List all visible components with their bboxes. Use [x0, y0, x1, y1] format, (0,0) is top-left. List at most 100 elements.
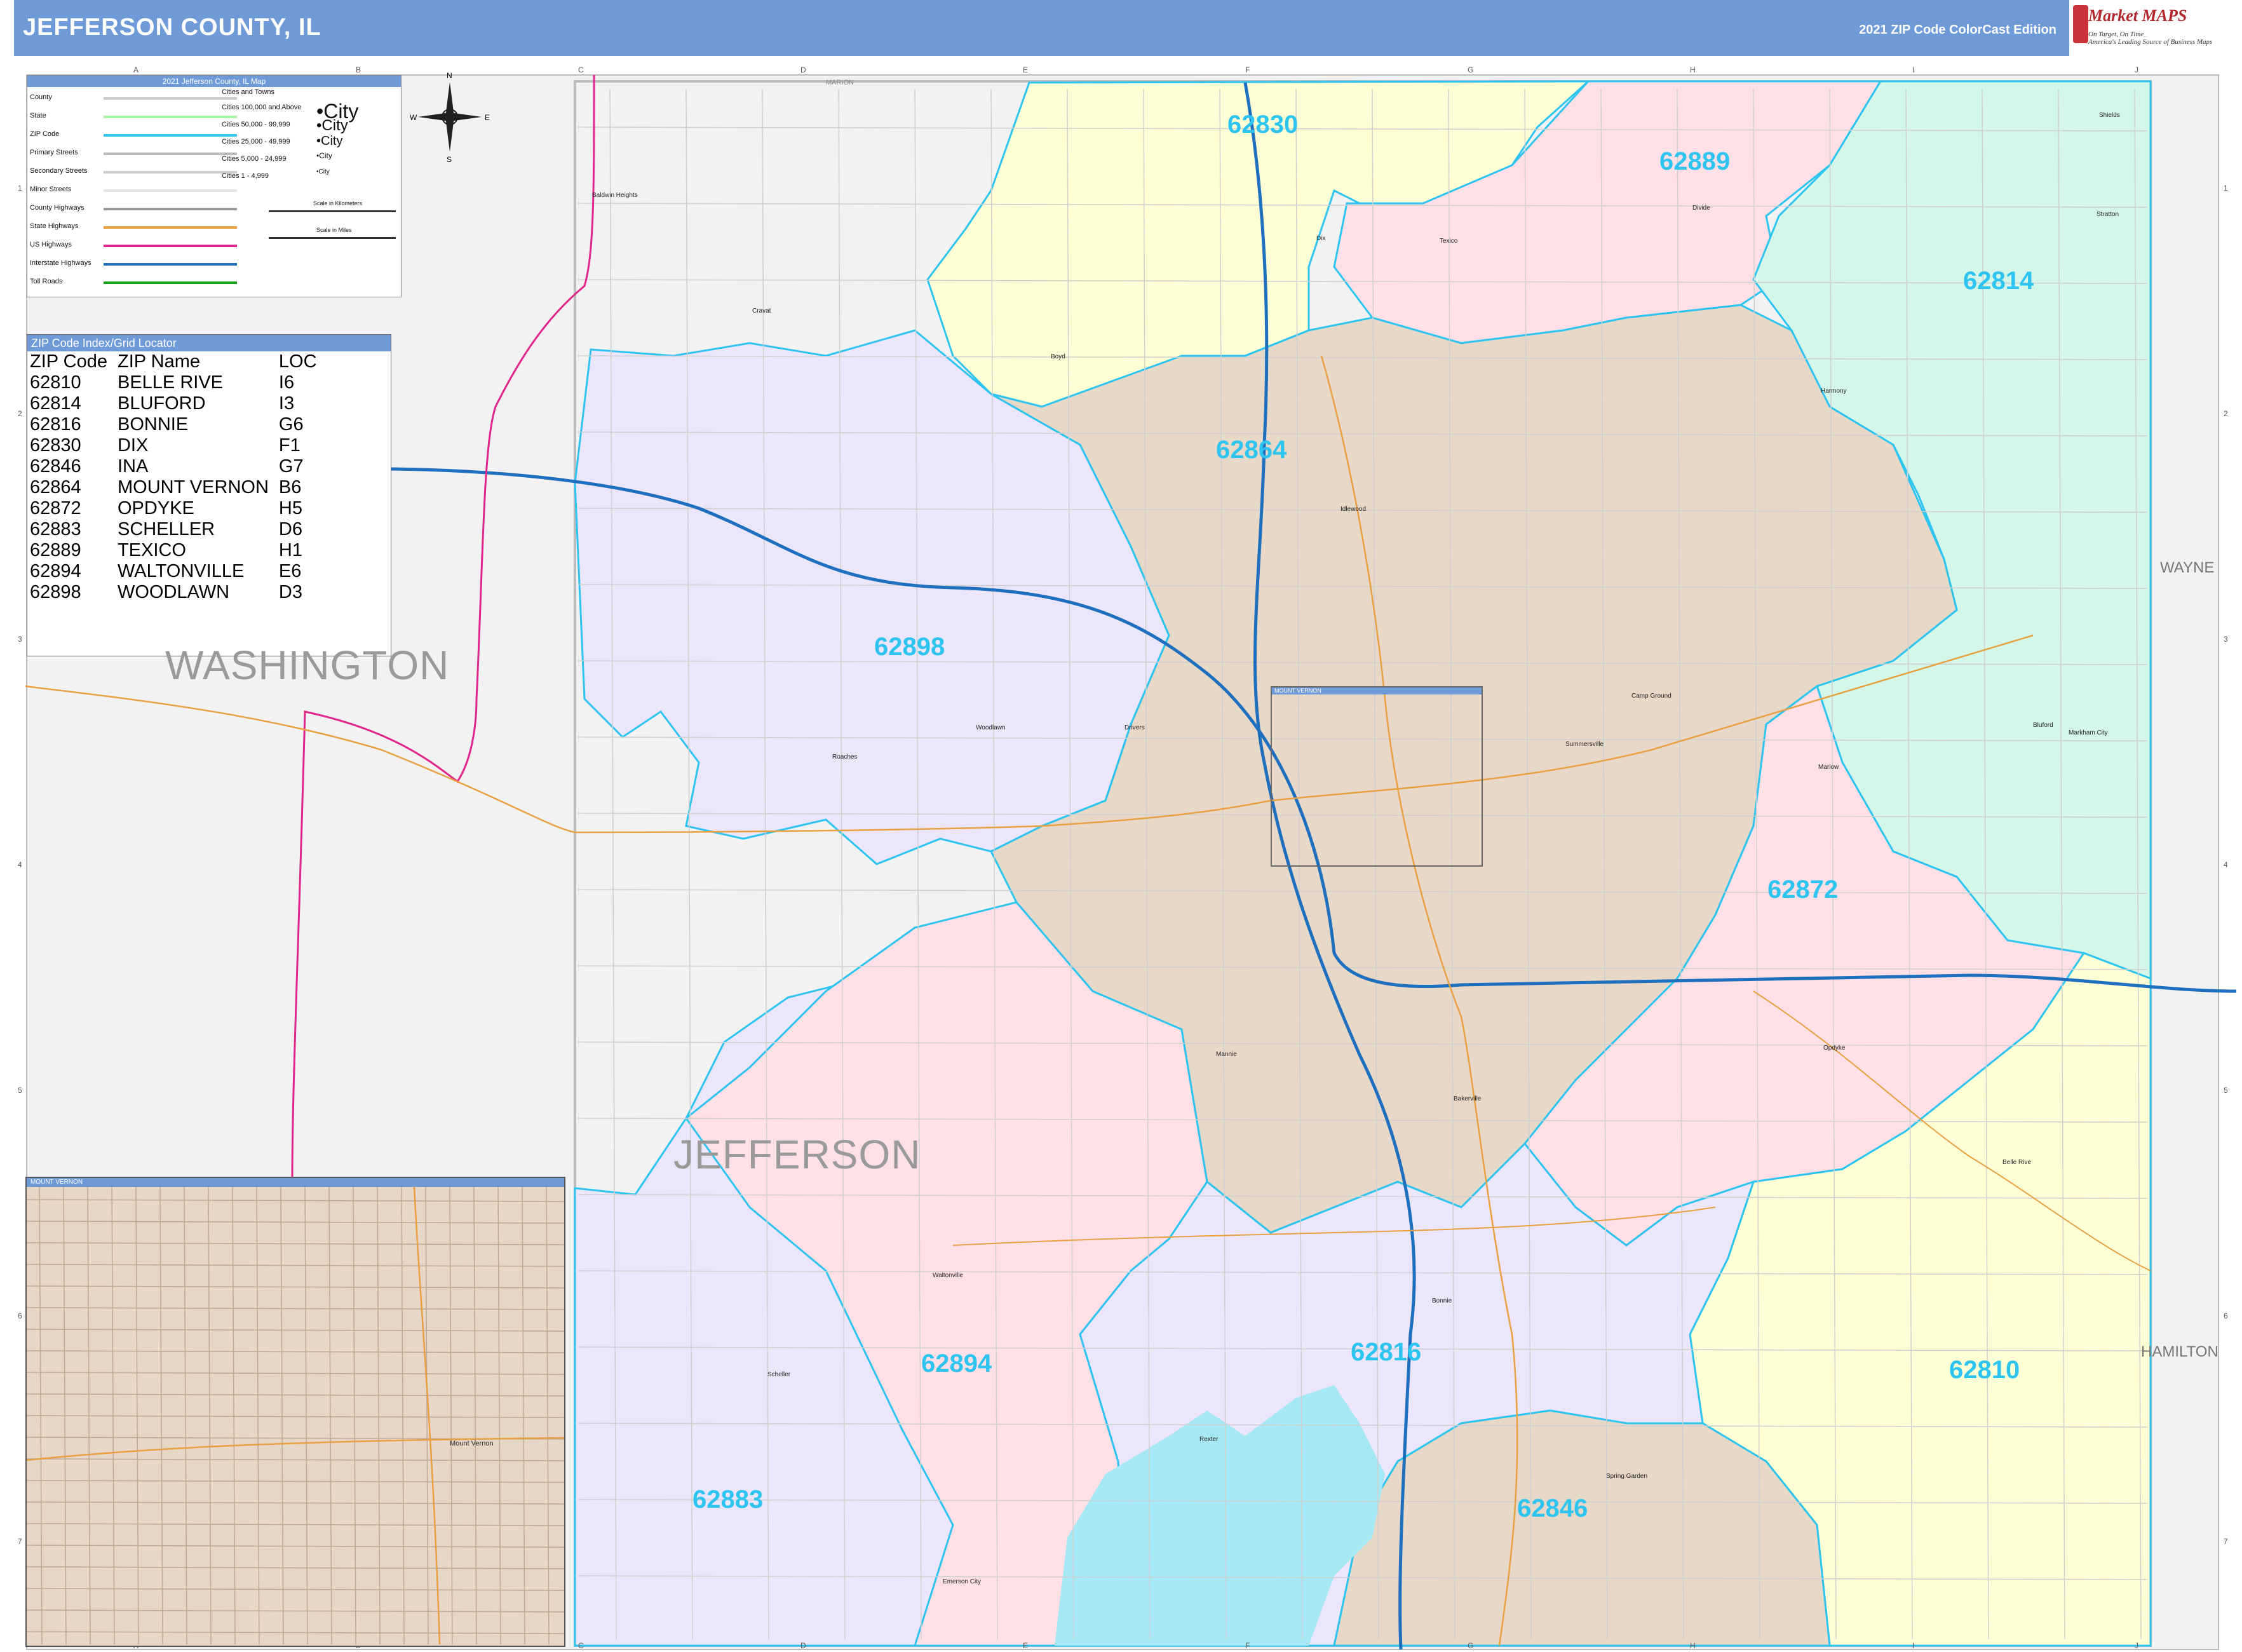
town-mannie: Mannie — [1216, 1051, 1237, 1058]
legend-city-sample: •City — [316, 117, 348, 134]
grid-row-label-right: 3 — [2224, 635, 2228, 644]
zip-index-cell: WOODLAWN — [117, 582, 230, 602]
grid-column-label: A — [133, 65, 138, 74]
zip-index-cell: 62883 — [30, 519, 81, 539]
town-rexter: Rexter — [1199, 1436, 1219, 1443]
inset-street — [328, 1186, 332, 1645]
legend-line-swatch — [104, 245, 237, 247]
inset-street — [27, 1631, 564, 1634]
zip-index-cell: 62846 — [30, 456, 81, 477]
zip-index-cell: 62872 — [30, 498, 81, 518]
zip-index-column-header: LOC — [278, 351, 317, 372]
grid-row-label: 5 — [18, 1086, 22, 1095]
inset-street — [497, 1186, 501, 1645]
zip-index-cell: BELLE RIVE — [117, 372, 224, 393]
town-bakerville: Bakerville — [1454, 1095, 1482, 1102]
legend-line-swatch — [104, 171, 237, 173]
legend-row-label: Minor Streets — [30, 186, 72, 193]
zip-index-cell: MOUNT VERNON — [117, 477, 269, 498]
town-cravat: Cravat — [752, 308, 771, 315]
zip-index-cell: 62898 — [30, 582, 81, 602]
legend-row-label: County — [30, 93, 52, 101]
town-spring-garden: Spring Garden — [1606, 1473, 1648, 1480]
header-bar: JEFFERSON COUNTY, IL 2021 ZIP Code Color… — [14, 0, 2228, 56]
town-markham-city: Markham City — [2069, 729, 2108, 736]
zip-index-row: 62898 WOODLAWN D3 — [30, 582, 327, 603]
legend-row-label: State — [30, 112, 46, 119]
zip-index-row: 62830 DIX F1 — [30, 435, 327, 456]
legend-city-sample: •City — [316, 151, 332, 160]
zip-index-cell: TEXICO — [117, 540, 186, 560]
zip-index-cell: G6 — [278, 414, 304, 435]
legend-city-sample: •City — [316, 134, 343, 148]
inset-street — [27, 1588, 564, 1591]
grid-column-label: B — [356, 65, 361, 74]
grid-column-label-bottom: D — [800, 1641, 806, 1650]
county-label-hamilton: HAMILTON — [2141, 1343, 2218, 1360]
zip-index-cell: 62814 — [30, 393, 81, 414]
zip-label-62883: 62883 — [692, 1486, 764, 1513]
legend-city-class: Cities 100,000 and Above — [222, 104, 302, 111]
town-emerson-city: Emerson City — [943, 1578, 982, 1585]
zip-label-62889: 62889 — [1659, 147, 1731, 175]
mount-vernon-inset: MOUNT VERNON Mount Vernon — [25, 1177, 565, 1647]
grid-column-label-bottom: I — [1912, 1641, 1914, 1650]
grid-row-label-right: 5 — [2224, 1086, 2228, 1095]
grid-column-label-bottom: G — [1468, 1641, 1473, 1650]
grid-row-label-right: 2 — [2224, 409, 2228, 418]
inset-street — [27, 1221, 564, 1224]
zip-label-62846: 62846 — [1517, 1494, 1588, 1522]
inset-street — [449, 1186, 453, 1645]
grid-column-label: J — [2135, 65, 2138, 74]
scale-mi-label: Scale in Miles — [316, 227, 352, 233]
town-opdyke: Opdyke — [1823, 1045, 1846, 1052]
zip-index-table: ZIP Code ZIP Name LOC 62810 BELLE RIVE I6 628… — [30, 351, 327, 603]
town-baldwin-heights: Baldwin Heights — [592, 192, 638, 199]
zip-index-row: 62846 INA G7 — [30, 456, 327, 477]
zip-index-cell: E6 — [278, 561, 302, 581]
compass-e: E — [485, 113, 490, 122]
edition-label: 2021 ZIP Code ColorCast Edition — [1859, 23, 2056, 37]
grid-row-label: 7 — [18, 1537, 22, 1546]
town-summersville: Summersville — [1565, 741, 1604, 748]
inset-street — [256, 1186, 260, 1645]
inset-street — [27, 1393, 564, 1397]
mount-vernon-detail-box: MOUNT VERNON — [1271, 686, 1483, 867]
legend-line-swatch — [104, 97, 237, 100]
cities-header: Cities and Towns — [222, 88, 274, 96]
grid-row-label: 2 — [18, 409, 22, 418]
grid-column-label: G — [1468, 65, 1473, 74]
inset-street — [232, 1186, 236, 1645]
inset-street — [27, 1566, 564, 1569]
compass-rose-icon: N S E W — [410, 71, 490, 164]
zip-label-62814: 62814 — [1963, 267, 2034, 295]
zip-label-62830: 62830 — [1227, 111, 1299, 139]
grid-row-label: 4 — [18, 860, 22, 869]
town-belle-rive: Belle Rive — [2002, 1159, 2032, 1166]
map-title: JEFFERSON COUNTY, IL — [23, 14, 321, 41]
inset-street — [473, 1186, 477, 1645]
zip-label-62898: 62898 — [874, 633, 945, 661]
inset-street — [184, 1186, 187, 1645]
zip-index-cell: SCHELLER — [117, 519, 215, 539]
zip-label-62816: 62816 — [1351, 1338, 1422, 1366]
zip-index-cell: DIX — [117, 435, 149, 456]
town-camp-ground: Camp Ground — [1631, 693, 1671, 700]
town-idlewood: Idlewood — [1340, 506, 1367, 513]
inset-street — [27, 1285, 564, 1289]
zip-code-index: ZIP Code Index/Grid Locator ZIP Code ZIP … — [27, 334, 391, 656]
grid-row-label: 3 — [18, 635, 22, 644]
inset-street — [27, 1307, 564, 1310]
inset-street — [401, 1186, 405, 1645]
zip-index-cell: WALTONVILLE — [117, 561, 245, 581]
town-boyd: Boyd — [1051, 353, 1065, 360]
zip-index-cell: 62864 — [30, 477, 81, 498]
town-marlow: Marlow — [1818, 764, 1839, 771]
legend-city-sample: •City — [316, 168, 330, 175]
zip-index-cell: BLUFORD — [117, 393, 206, 414]
grid-column-label: H — [1690, 65, 1696, 74]
legend-city-class: Cities 1 - 4,999 — [222, 172, 269, 180]
grid-row-label-right: 7 — [2224, 1537, 2228, 1546]
inset-street — [27, 1609, 564, 1613]
compass-s: S — [447, 155, 452, 164]
